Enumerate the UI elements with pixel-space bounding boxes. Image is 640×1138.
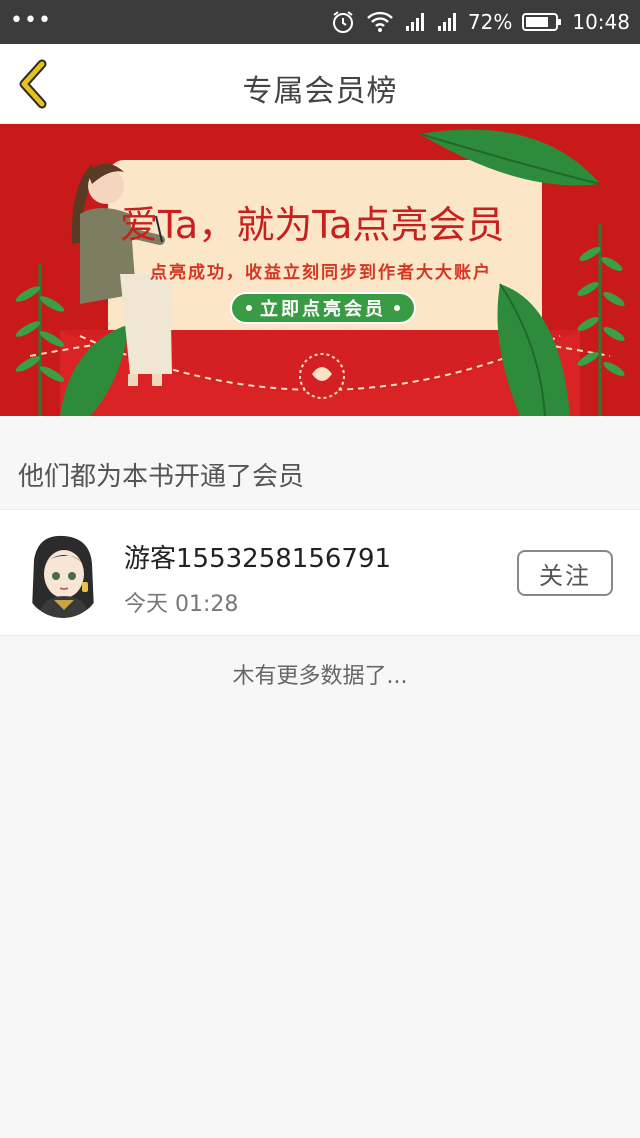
avatar-image [24,530,102,618]
signal-icon [404,11,426,33]
battery-icon [522,11,562,33]
member-name: 游客1553258156791 [124,544,392,574]
battery-percent: 72% [467,10,513,34]
membership-banner[interactable]: 爱Ta，就为Ta点亮会员 点亮成功，收益立刻同步到作者大大账户 立即点亮会员 [0,124,640,416]
dot-icon [394,305,400,311]
signal-icon [436,11,458,33]
cta-label: 立即点亮会员 [260,299,386,320]
nav-bar: 专属会员榜 [0,44,640,124]
section-title: 他们都为本书开通了会员 [18,462,305,492]
clock-time: 10:48 [572,10,630,34]
list-item[interactable]: 游客1553258156791 今天 01:28 关注 [0,510,640,636]
banner-subline: 点亮成功，收益立刻同步到作者大大账户 [150,263,492,283]
follow-button[interactable]: 关注 [517,550,613,596]
banner-headline: 爱Ta，就为Ta点亮会员 [120,203,505,247]
light-up-membership-button[interactable]: 立即点亮会员 [230,292,416,324]
members-section-header: 他们都为本书开通了会员 [0,416,640,510]
page-title: 专属会员榜 [242,74,398,109]
member-time: 今天 01:28 [124,592,239,617]
status-bar: ••• 72% 10:48 [0,0,640,44]
menu-dots: ••• [10,8,52,33]
dot-icon [246,305,252,311]
end-of-list-text: 木有更多数据了... [232,664,408,689]
alarm-icon [330,9,356,35]
wifi-icon [366,10,394,34]
avatar[interactable] [24,530,102,618]
